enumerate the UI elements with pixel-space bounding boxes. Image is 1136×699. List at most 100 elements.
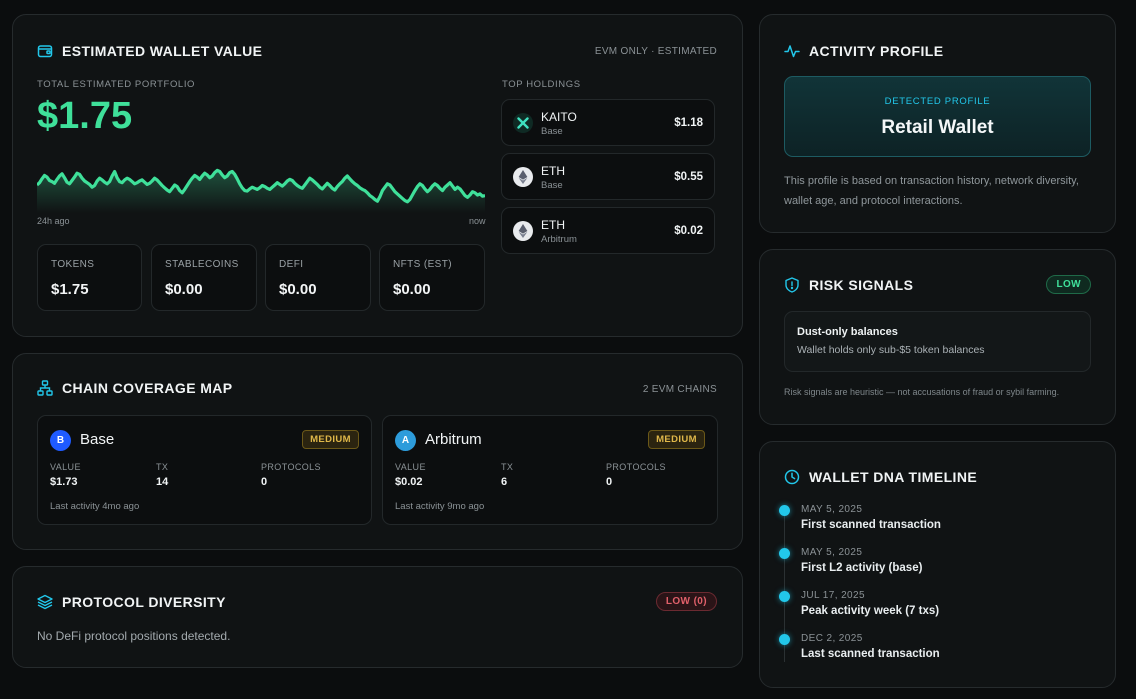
stat-label: STABLECOINS xyxy=(165,259,239,270)
chain-coverage-title: CHAIN COVERAGE MAP xyxy=(37,380,233,396)
holding-value: $0.55 xyxy=(674,171,703,183)
holding-symbol: ETH xyxy=(541,218,565,232)
portfolio-label: TOTAL ESTIMATED PORTFOLIO xyxy=(37,79,196,90)
value-label: VALUE xyxy=(50,462,81,472)
holding-chain: Arbitrum xyxy=(541,234,577,245)
network-icon xyxy=(37,380,53,396)
base-chain-icon: B xyxy=(50,430,71,451)
tx-label: TX xyxy=(501,462,514,472)
stat-value: $0.00 xyxy=(279,281,317,298)
activity-level-badge: MEDIUM xyxy=(648,430,705,449)
holding-item[interactable]: ETH Arbitrum $0.02 xyxy=(501,207,715,254)
chain-value: $1.73 xyxy=(50,476,78,488)
profile-description: This profile is based on transaction his… xyxy=(784,175,1079,207)
stat-value: $1.75 xyxy=(51,281,89,298)
chain-card-arbitrum[interactable]: A Arbitrum MEDIUM VALUE TX PROTOCOLS $0.… xyxy=(382,415,718,525)
chain-count: 2 EVM CHAINS xyxy=(642,384,717,395)
shield-alert-icon xyxy=(785,277,799,293)
wallet-value-title-text: ESTIMATED WALLET VALUE xyxy=(62,43,263,59)
risk-signals-title-text: RISK SIGNALS xyxy=(809,277,914,293)
diversity-level-badge: LOW (0) xyxy=(655,592,717,611)
ethereum-icon xyxy=(513,167,533,187)
protocol-diversity-card: PROTOCOL DIVERSITY LOW (0) No DeFi proto… xyxy=(12,566,743,668)
chart-end-label: now xyxy=(469,216,486,226)
chain-value: $0.02 xyxy=(395,476,423,488)
timeline-title: WALLET DNA TIMELINE xyxy=(784,469,977,485)
stat-label: NFTS (EST) xyxy=(393,259,452,270)
timeline-title-text: WALLET DNA TIMELINE xyxy=(809,469,978,485)
chart-start-label: 24h ago xyxy=(37,216,70,226)
kaito-icon xyxy=(513,113,533,133)
holding-chain: Base xyxy=(541,126,563,137)
timeline-event: Peak activity week (7 txs) xyxy=(801,605,940,617)
chain-tx: 14 xyxy=(156,476,169,488)
timeline-dot xyxy=(779,548,790,559)
protocol-diversity-title-text: PROTOCOL DIVERSITY xyxy=(62,594,226,610)
holding-value: $1.18 xyxy=(674,117,703,129)
tx-label: TX xyxy=(156,462,169,472)
timeline-dot xyxy=(779,634,790,645)
activity-profile-title-text: ACTIVITY PROFILE xyxy=(809,43,944,59)
clock-icon xyxy=(784,469,800,485)
risk-signal-title: Dust-only balances xyxy=(797,326,898,338)
stat-value: $0.00 xyxy=(393,281,431,298)
value-label: VALUE xyxy=(395,462,426,472)
stat-value: $0.00 xyxy=(165,281,203,298)
chain-coverage-card: CHAIN COVERAGE MAP 2 EVM CHAINS B Base M… xyxy=(12,353,743,550)
top-holdings-label: TOP HOLDINGS xyxy=(502,79,581,90)
chain-protocols: 0 xyxy=(606,476,613,488)
timeline-dot xyxy=(779,505,790,516)
timeline-dot xyxy=(779,591,790,602)
stat-tile-defi: DEFI $0.00 xyxy=(265,244,371,311)
stat-label: DEFI xyxy=(279,259,304,270)
detected-profile-box: DETECTED PROFILE Retail Wallet xyxy=(784,76,1091,157)
stat-tile-stablecoins: STABLECOINS $0.00 xyxy=(151,244,257,311)
portfolio-sparkline xyxy=(37,168,485,213)
sparkline-area xyxy=(37,170,485,213)
holding-item[interactable]: KAITO Base $1.18 xyxy=(501,99,715,146)
timeline-date: MAY 5, 2025 xyxy=(801,547,863,558)
chain-protocols: 0 xyxy=(261,476,268,488)
timeline-date: JUL 17, 2025 xyxy=(801,590,865,601)
wallet-value-scope: EVM ONLY · ESTIMATED xyxy=(594,46,717,57)
risk-signals-card: RISK SIGNALS LOW Dust-only balances Wall… xyxy=(759,249,1116,425)
timeline-date: DEC 2, 2025 xyxy=(801,633,863,644)
timeline-event: First scanned transaction xyxy=(801,519,941,531)
wallet-value-card: ESTIMATED WALLET VALUE EVM ONLY · ESTIMA… xyxy=(12,14,743,337)
wallet-icon xyxy=(37,45,53,58)
activity-level-badge: MEDIUM xyxy=(302,430,359,449)
chain-name: Base xyxy=(80,431,115,448)
last-activity: Last activity 4mo ago xyxy=(50,501,140,512)
chain-card-base[interactable]: B Base MEDIUM VALUE TX PROTOCOLS $1.73 1… xyxy=(37,415,372,525)
risk-level-badge: LOW xyxy=(1046,275,1091,294)
risk-signal-item: Dust-only balances Wallet holds only sub… xyxy=(784,311,1091,372)
protocols-label: PROTOCOLS xyxy=(606,462,666,472)
chain-name: Arbitrum xyxy=(425,431,482,448)
protocol-diversity-title: PROTOCOL DIVERSITY xyxy=(37,594,226,610)
holding-value: $0.02 xyxy=(674,225,703,237)
arbitrum-chain-icon: A xyxy=(395,430,416,451)
stat-tile-tokens: TOKENS $1.75 xyxy=(37,244,142,311)
layers-icon xyxy=(37,594,53,610)
timeline-card: WALLET DNA TIMELINE MAY 5, 2025 First sc… xyxy=(759,441,1116,688)
holding-chain: Base xyxy=(541,180,563,191)
last-activity: Last activity 9mo ago xyxy=(395,501,485,512)
chain-coverage-title-text: CHAIN COVERAGE MAP xyxy=(62,380,233,396)
holding-symbol: KAITO xyxy=(541,110,577,124)
timeline-event: Last scanned transaction xyxy=(801,648,940,660)
holding-item[interactable]: ETH Base $0.55 xyxy=(501,153,715,200)
pulse-icon xyxy=(784,45,800,58)
risk-disclaimer: Risk signals are heuristic — not accusat… xyxy=(784,387,1060,397)
stat-tile-nfts: NFTS (EST) $0.00 xyxy=(379,244,485,311)
portfolio-value: $1.75 xyxy=(37,95,133,137)
protocols-label: PROTOCOLS xyxy=(261,462,321,472)
holding-symbol: ETH xyxy=(541,164,565,178)
ethereum-icon xyxy=(513,221,533,241)
wallet-value-title: ESTIMATED WALLET VALUE xyxy=(37,43,262,59)
detected-profile-label: DETECTED PROFILE xyxy=(884,96,991,107)
timeline-event: First L2 activity (base) xyxy=(801,562,923,574)
timeline-date: MAY 5, 2025 xyxy=(801,504,863,515)
activity-profile-title: ACTIVITY PROFILE xyxy=(784,43,944,59)
activity-profile-card: ACTIVITY PROFILE DETECTED PROFILE Retail… xyxy=(759,14,1116,233)
detected-profile-value: Retail Wallet xyxy=(881,117,994,138)
